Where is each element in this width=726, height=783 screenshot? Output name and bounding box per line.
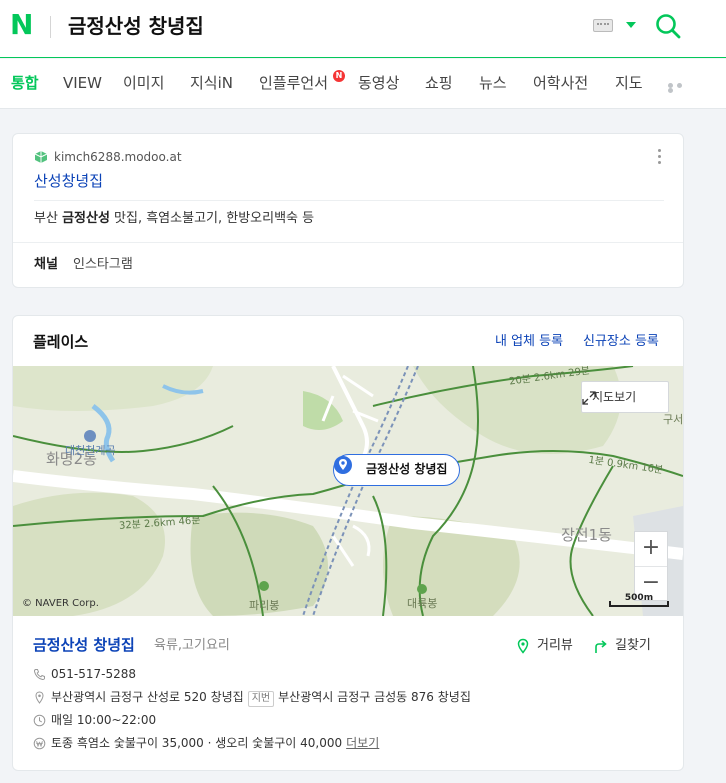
desc-highlight: 금정산성 <box>62 211 110 226</box>
register-business-link[interactable]: 내 업체 등록 <box>495 333 563 351</box>
result-description: 부산 금정산성 맛집, 흑염소불고기, 한방오리백숙 등 <box>34 209 314 229</box>
header-divider <box>50 16 51 38</box>
more-tabs-icon[interactable] <box>668 83 694 93</box>
clock-icon <box>33 714 46 727</box>
location-pin-icon <box>334 456 352 474</box>
route-icon[interactable] <box>593 638 609 654</box>
map-marker-icon <box>35 691 44 704</box>
desc-suffix: 맛집, 흑염소불고기, 한방오리백숙 등 <box>109 211 315 226</box>
place-phone[interactable]: 051-517-5288 <box>51 665 136 683</box>
view-map-button[interactable]: 지도보기 <box>581 381 669 413</box>
pin-label: 금정산성 창녕집 <box>366 462 448 476</box>
map-label-daecheon: 대천천계곡 <box>65 444 116 457</box>
keyboard-icon[interactable] <box>593 19 613 32</box>
won-icon <box>33 737 46 750</box>
place-card: 플레이스 내 업체 등록 신규장소 등록 화명2동 대천천계곡 장전1동 파리봉… <box>12 315 684 771</box>
tab-shopping[interactable]: 쇼핑 <box>425 73 453 93</box>
kebab-icon[interactable] <box>658 149 662 165</box>
search-query[interactable]: 금정산성 창녕집 <box>68 12 204 40</box>
road-address: 부산광역시 금정구 산성로 520 창녕집 <box>51 690 244 704</box>
map-copyright: © NAVER Corp. <box>22 598 99 609</box>
menu-more-link[interactable]: 더보기 <box>346 736 379 750</box>
map-scale-bar: 500m <box>609 593 669 607</box>
directions-button[interactable]: 길찾기 <box>615 636 651 656</box>
map-view[interactable]: 화명2동 대천천계곡 장전1동 파리봉 대륙봉 구서 32분 2.6km 46분… <box>13 366 683 616</box>
divider <box>34 200 664 201</box>
search-tabs: 통합 VIEW 이미지 지식iN 인플루언서 N 동영상 쇼핑 뉴스 어학사전 … <box>0 59 726 109</box>
tab-all[interactable]: 통합 <box>11 73 39 93</box>
result-title[interactable]: 산성창녕집 <box>34 170 103 192</box>
tab-map[interactable]: 지도 <box>615 73 643 93</box>
jibun-badge: 지번 <box>247 691 275 707</box>
divider <box>13 242 683 243</box>
tab-knowledge-in[interactable]: 지식iN <box>190 73 233 93</box>
zoom-in-button[interactable]: + <box>635 532 667 566</box>
place-menu: 토종 흑염소 숯불구이 35,000 · 생오리 숯불구이 40,000 더보기 <box>51 734 379 752</box>
desc-prefix: 부산 <box>34 211 63 226</box>
tab-video[interactable]: 동영상 <box>358 73 399 93</box>
result-title-highlight: 창녕집 <box>61 172 104 190</box>
map-label-daeryukbong: 대륙봉 <box>407 597 438 610</box>
view-map-label: 지도보기 <box>592 390 637 404</box>
place-category: 육류,고기요리 <box>154 638 230 653</box>
tab-influencer-label: 인플루언서 <box>259 74 329 92</box>
tab-view[interactable]: VIEW <box>63 73 102 93</box>
place-section-title: 플레이스 <box>33 333 89 351</box>
result-title-prefix: 산성 <box>34 172 62 190</box>
phone-icon <box>33 669 45 681</box>
site-result-card: kimch6288.modoo.at 산성창녕집 부산 금정산성 맛집, 흑염소… <box>12 133 684 288</box>
site-icon <box>34 151 48 163</box>
street-view-button[interactable]: 거리뷰 <box>537 636 573 656</box>
expand-icon <box>582 391 596 405</box>
channel-instagram-link[interactable]: 인스타그램 <box>73 255 133 275</box>
map-label-guseo: 구서 <box>663 413 683 426</box>
zoom-control: + − <box>634 531 668 601</box>
jibun-address: 부산광역시 금정구 금성동 876 창녕집 <box>278 690 471 704</box>
chevron-down-icon[interactable] <box>626 22 636 28</box>
header: N 금정산성 창녕집 <box>0 0 726 58</box>
place-name-link[interactable]: 금정산성 창녕집 <box>33 634 135 656</box>
site-url[interactable]: kimch6288.modoo.at <box>54 148 182 166</box>
menu-items: 토종 흑염소 숯불구이 35,000 · 생오리 숯불구이 40,000 <box>51 736 343 750</box>
place-address: 부산광역시 금정구 산성로 520 창녕집 지번 부산광역시 금정구 금성동 876… <box>51 688 471 707</box>
map-label-jangjeon: 장전1동 <box>561 526 612 544</box>
tab-news[interactable]: 뉴스 <box>479 73 507 93</box>
map-label-paribong: 파리봉 <box>249 599 280 612</box>
channel-label: 채널 <box>34 257 58 272</box>
place-hours: 매일 10:00~22:00 <box>51 713 157 727</box>
new-badge: N <box>333 70 345 82</box>
register-new-place-link[interactable]: 신규장소 등록 <box>583 333 659 351</box>
street-view-icon[interactable] <box>515 638 531 654</box>
search-icon[interactable] <box>655 13 681 39</box>
tab-influencer[interactable]: 인플루언서 N <box>259 70 345 93</box>
place-map-pin[interactable]: 금정산성 창녕집 <box>333 454 461 486</box>
tab-dictionary[interactable]: 어학사전 <box>533 73 588 93</box>
naver-logo[interactable]: N <box>10 11 34 39</box>
tab-images[interactable]: 이미지 <box>123 73 164 93</box>
